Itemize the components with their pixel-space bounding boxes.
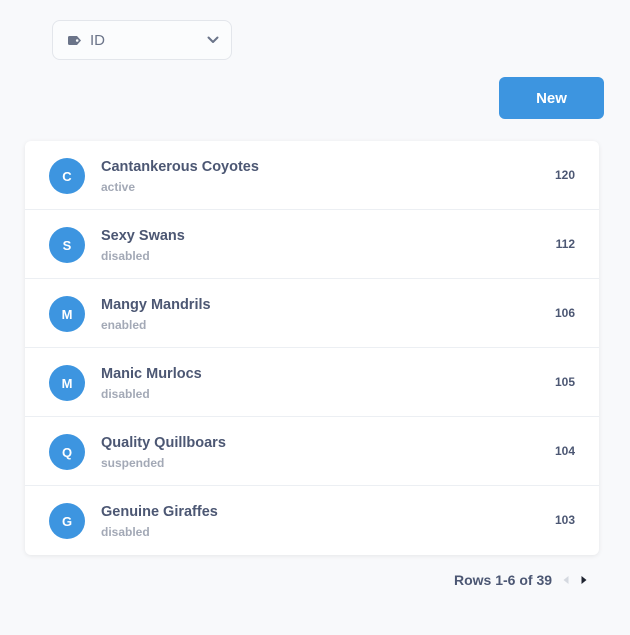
- item-title: Cantankerous Coyotes: [101, 159, 259, 175]
- list-item[interactable]: S Sexy Swans disabled 112: [25, 210, 599, 279]
- item-count: 104: [554, 444, 575, 458]
- avatar: M: [49, 296, 85, 332]
- item-status: active: [101, 180, 136, 194]
- item-status: disabled: [101, 525, 150, 539]
- list-item[interactable]: M Mangy Mandrils enabled 106: [25, 279, 599, 348]
- chevron-left-icon[interactable]: [562, 575, 570, 585]
- item-title: Quality Quillboars: [101, 435, 226, 451]
- new-button[interactable]: New: [499, 77, 604, 119]
- list-item[interactable]: C Cantankerous Coyotes active 120: [25, 141, 599, 210]
- item-title: Manic Murlocs: [101, 366, 202, 382]
- tag-icon: [67, 35, 82, 46]
- item-count: 105: [554, 375, 575, 389]
- list-item[interactable]: G Genuine Giraffes disabled 103: [25, 486, 599, 555]
- pagination: Rows 1-6 of 39: [454, 571, 588, 589]
- sort-field-value: ID: [90, 31, 105, 49]
- pagination-label: Rows 1-6 of 39: [454, 572, 553, 588]
- item-count: 106: [554, 306, 575, 320]
- avatar: S: [49, 227, 85, 263]
- item-status: disabled: [101, 249, 150, 263]
- page: ID New C Cantankerous Coyotes active 120…: [0, 0, 630, 635]
- avatar: Q: [49, 434, 85, 470]
- item-status: disabled: [101, 387, 150, 401]
- item-count: 112: [555, 237, 575, 251]
- sort-field-select[interactable]: ID: [52, 20, 232, 60]
- list-item[interactable]: Q Quality Quillboars suspended 104: [25, 417, 599, 486]
- item-count: 120: [554, 168, 575, 182]
- item-count: 103: [554, 513, 575, 527]
- item-status: enabled: [101, 318, 147, 332]
- list-card: C Cantankerous Coyotes active 120 S Sexy…: [25, 141, 599, 555]
- item-title: Sexy Swans: [101, 228, 185, 244]
- chevron-right-icon[interactable]: [580, 575, 588, 585]
- avatar: G: [49, 503, 85, 539]
- item-title: Genuine Giraffes: [101, 504, 218, 520]
- avatar: M: [49, 365, 85, 401]
- item-title: Mangy Mandrils: [101, 297, 211, 313]
- list-item[interactable]: M Manic Murlocs disabled 105: [25, 348, 599, 417]
- avatar: C: [49, 158, 85, 194]
- chevron-down-icon: [207, 36, 219, 44]
- item-status: suspended: [101, 456, 165, 470]
